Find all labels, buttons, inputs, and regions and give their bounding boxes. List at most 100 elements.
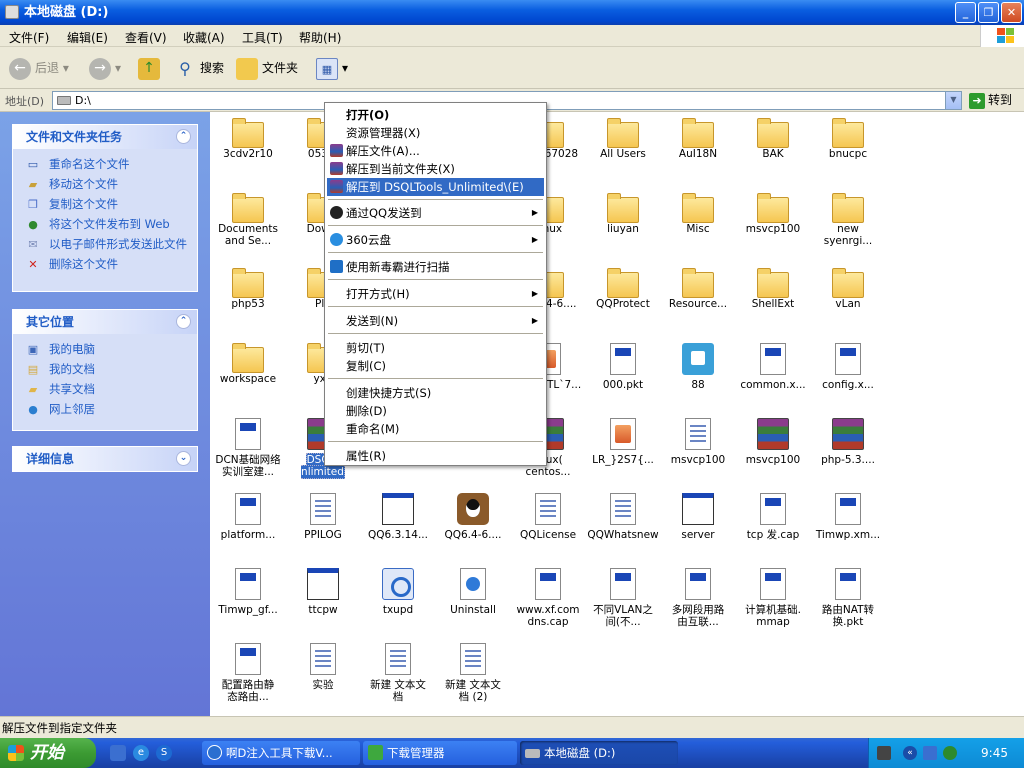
file-item[interactable]: PPILOG [287, 493, 359, 541]
file-item[interactable]: DCN基础网络 实训室建... [212, 418, 284, 478]
security-icon[interactable] [943, 746, 957, 760]
task-delete[interactable]: ✕ 删除这个文件 [25, 258, 189, 272]
menu-edit[interactable]: 编辑(E) [67, 29, 108, 46]
ctx-explorer[interactable]: 资源管理器(X) [327, 124, 544, 142]
menu-file[interactable]: 文件(F) [9, 29, 49, 46]
title-bar[interactable]: 本地磁盘 (D:) _ ❐ ✕ [0, 0, 1024, 25]
menu-help[interactable]: 帮助(H) [299, 29, 341, 46]
place-my-documents[interactable]: ▤ 我的文档 [25, 363, 189, 377]
file-item[interactable]: 000.pkt [587, 343, 659, 391]
taskbar-item-download-manager[interactable]: 下载管理器 [363, 741, 517, 765]
file-item[interactable]: QQProtect [587, 268, 659, 310]
menu-view[interactable]: 查看(V) [125, 29, 167, 46]
file-item[interactable]: config.x... [812, 343, 884, 391]
taskbar-item-ad-tool[interactable]: 啊D注入工具下载V... [202, 741, 360, 765]
file-item[interactable]: Timwp.xm... [812, 493, 884, 541]
collapse-chevron-icon[interactable]: ⌃ [176, 129, 191, 144]
file-item[interactable]: txupd [362, 568, 434, 616]
collapse-chevron-icon[interactable]: ⌃ [176, 314, 191, 329]
file-item[interactable]: ShellExt [737, 268, 809, 310]
file-item[interactable]: AuI18N [662, 118, 734, 160]
ctx-cut[interactable]: 剪切(T) [327, 339, 544, 357]
ctx-properties[interactable]: 属性(R) [327, 447, 544, 465]
file-item[interactable]: QQ6.3.14... [362, 493, 434, 541]
file-tasks-header[interactable]: 文件和文件夹任务 ⌃ [13, 125, 197, 149]
file-item[interactable]: 实验 [287, 643, 359, 691]
file-item[interactable]: workspace [212, 343, 284, 385]
other-places-header[interactable]: 其它位置 ⌃ [13, 310, 197, 334]
tray-expand-icon[interactable]: « [903, 746, 917, 760]
maximize-button[interactable]: ❐ [978, 2, 999, 23]
file-item[interactable]: Documents and Se... [212, 193, 284, 247]
file-item[interactable]: QQLicense [512, 493, 584, 541]
file-item[interactable]: server [662, 493, 734, 541]
sogou-browser-icon[interactable]: S [156, 745, 172, 761]
expand-chevron-icon[interactable]: ⌄ [176, 451, 191, 466]
ctx-open-with[interactable]: 打开方式(H) ▶ [327, 285, 544, 303]
file-item[interactable]: Uninstall [437, 568, 509, 616]
task-publish-web[interactable]: ● 将这个文件发布到 Web [25, 218, 189, 232]
file-item[interactable]: liuyan [587, 193, 659, 235]
file-item[interactable]: LR_}2S7{... [587, 418, 659, 466]
file-item[interactable]: 路由NAT转 换.pkt [812, 568, 884, 628]
ctx-extract-here[interactable]: 解压到当前文件夹(X) [327, 160, 544, 178]
ctx-extract-files[interactable]: 解压文件(A)... [327, 142, 544, 160]
file-item[interactable]: ttcpw [287, 568, 359, 616]
file-item[interactable]: common.x... [737, 343, 809, 391]
file-item[interactable]: Resource... [662, 268, 734, 310]
ctx-360-cloud[interactable]: 360云盘 ▶ [327, 231, 544, 249]
file-item[interactable]: QQ6.4-6.... [437, 493, 509, 541]
place-my-computer[interactable]: ▣ 我的电脑 [25, 343, 189, 357]
task-email[interactable]: ✉ 以电子邮件形式发送此文件 [25, 238, 189, 252]
place-network[interactable]: ● 网上邻居 [25, 403, 189, 417]
taskbar-item-local-disk[interactable]: 本地磁盘 (D:) [520, 741, 678, 765]
ctx-virus-scan[interactable]: 使用新毒霸进行扫描 [327, 258, 544, 276]
file-item[interactable]: Timwp_gf... [212, 568, 284, 616]
menu-tools[interactable]: 工具(T) [242, 29, 283, 46]
file-item[interactable]: 新建 文本文档 [362, 643, 434, 703]
file-item[interactable]: Misc [662, 193, 734, 235]
start-button[interactable]: 开始 [0, 738, 96, 768]
go-button[interactable]: ➜ 转到 [968, 91, 1022, 110]
task-move[interactable]: ▰ 移动这个文件 [25, 178, 189, 192]
file-item[interactable]: 计算机基础. mmap [737, 568, 809, 628]
file-item[interactable]: 88 [662, 343, 734, 391]
task-rename[interactable]: ▭ 重命名这个文件 [25, 158, 189, 172]
file-item[interactable]: msvcp100 [662, 418, 734, 466]
file-item[interactable]: 多网段用路 由互联... [662, 568, 734, 628]
file-item[interactable]: www.xf.com dns.cap [512, 568, 584, 628]
file-item[interactable]: bnucpc [812, 118, 884, 160]
ctx-open[interactable]: 打开(O) [327, 106, 544, 124]
file-item[interactable]: 新建 文本文档 (2) [437, 643, 509, 703]
back-button[interactable]: ← 后退 ▾ [9, 56, 69, 80]
file-item[interactable]: msvcp100 [737, 418, 809, 466]
search-button[interactable]: ⚲ 搜索 [174, 56, 224, 80]
ctx-send-qq[interactable]: 通过QQ发送到 ▶ [327, 204, 544, 222]
forward-button[interactable]: → ▾ [89, 56, 121, 80]
file-item[interactable]: 配置路由静 态路由... [212, 643, 284, 703]
ctx-create-shortcut[interactable]: 创建快捷方式(S) [327, 384, 544, 402]
views-button[interactable]: ▦ ▾ [316, 56, 348, 80]
details-header[interactable]: 详细信息 ⌄ [13, 447, 197, 471]
close-button[interactable]: ✕ [1001, 2, 1022, 23]
network-icon[interactable] [923, 746, 937, 760]
folders-button[interactable]: 文件夹 [236, 56, 298, 80]
file-item[interactable]: 不同VLAN之 间(不... [587, 568, 659, 628]
file-item[interactable]: php53 [212, 268, 284, 310]
up-folder-button[interactable]: ↑ [138, 56, 164, 80]
file-item[interactable]: new syenrgi... [812, 193, 884, 247]
file-item[interactable]: 3cdv2r10 [212, 118, 284, 160]
ctx-copy[interactable]: 复制(C) [327, 357, 544, 375]
file-item[interactable]: All Users [587, 118, 659, 160]
place-shared-documents[interactable]: ▰ 共享文档 [25, 383, 189, 397]
file-item[interactable]: vLan [812, 268, 884, 310]
task-copy[interactable]: ❐ 复制这个文件 [25, 198, 189, 212]
ctx-delete[interactable]: 删除(D) [327, 402, 544, 420]
file-item[interactable]: QQWhatsnew [587, 493, 659, 541]
internet-explorer-icon[interactable]: e [133, 745, 149, 761]
ctx-send-to[interactable]: 发送到(N) ▶ [327, 312, 544, 330]
menu-favorites[interactable]: 收藏(A) [183, 29, 225, 46]
keyboard-icon[interactable] [877, 746, 891, 760]
address-dropdown-icon[interactable]: ▼ [945, 92, 961, 109]
show-desktop-icon[interactable] [110, 745, 126, 761]
